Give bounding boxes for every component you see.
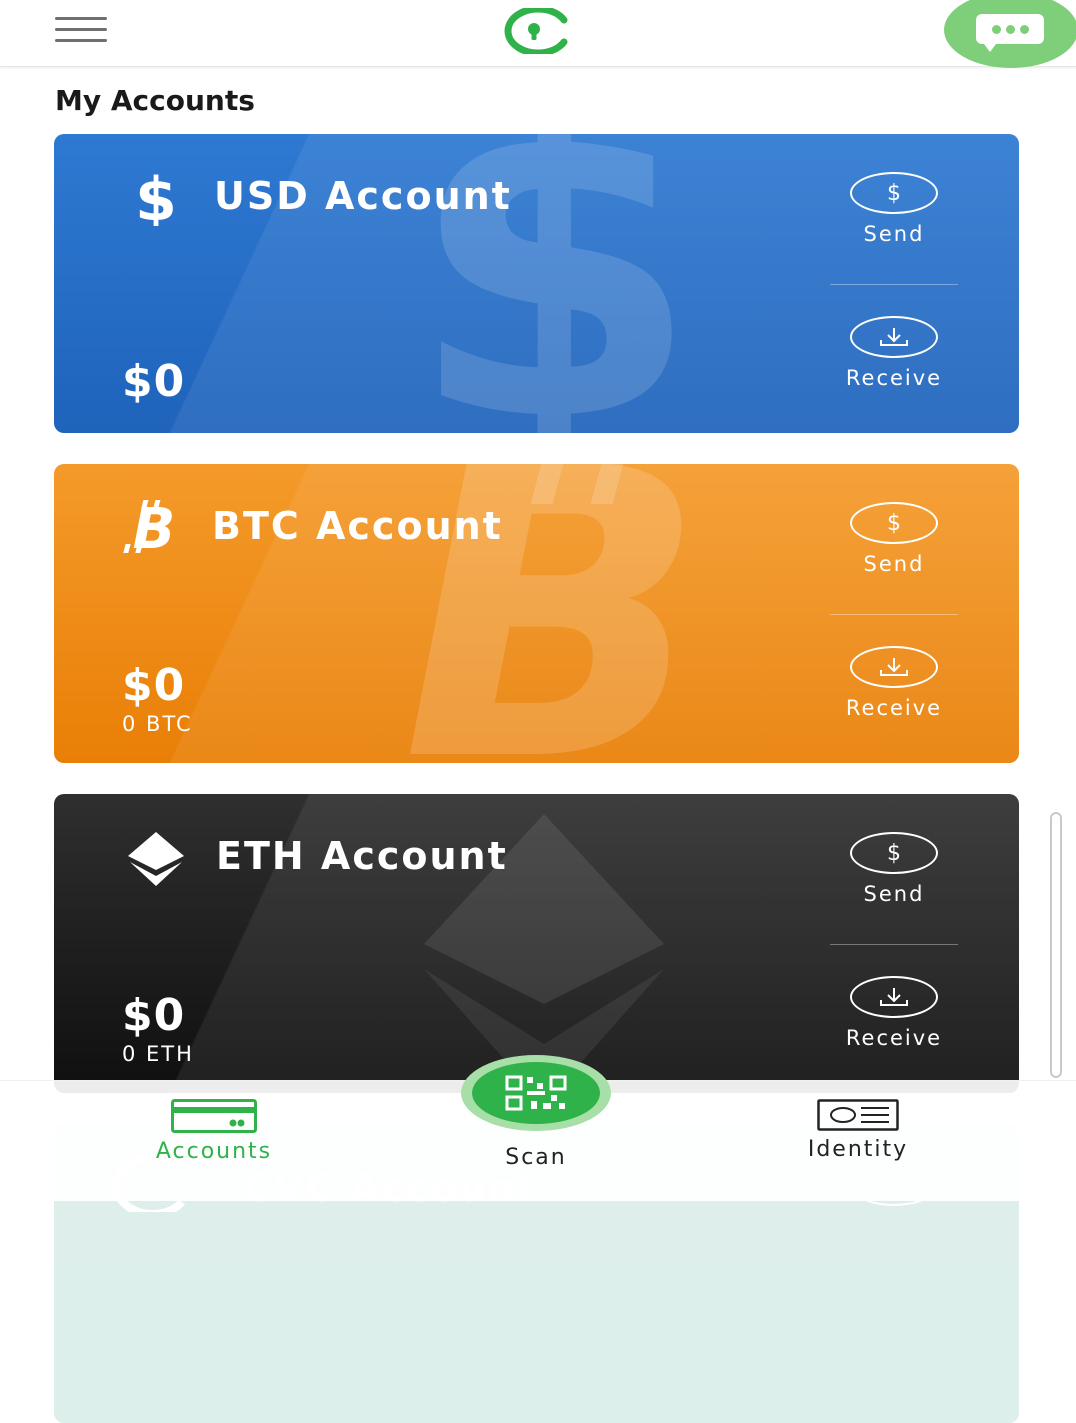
- chat-button[interactable]: [944, 0, 1076, 68]
- chat-bubble-icon: [976, 14, 1044, 52]
- account-balance: $0: [122, 356, 186, 407]
- send-button[interactable]: $ Send: [830, 172, 958, 246]
- tab-identity[interactable]: Identity: [790, 1099, 926, 1162]
- account-title: USD Account: [214, 174, 512, 218]
- download-icon: [850, 976, 938, 1018]
- tab-scan[interactable]: Scan: [480, 1139, 592, 1170]
- tab-accounts[interactable]: Accounts: [138, 1099, 290, 1164]
- send-label: Send: [863, 552, 925, 576]
- account-balance: $0: [122, 990, 186, 1041]
- bottom-navigation: Accounts Scan Identity: [0, 1055, 1076, 1201]
- credit-card-icon: [171, 1099, 257, 1133]
- tab-scan-label: Scan: [505, 1145, 567, 1170]
- download-icon: [850, 316, 938, 358]
- scan-button[interactable]: [461, 1055, 611, 1131]
- dollar-send-icon: $: [850, 832, 938, 874]
- send-button[interactable]: $ Send: [830, 502, 958, 576]
- receive-button[interactable]: Receive: [830, 976, 958, 1050]
- receive-label: Receive: [845, 696, 943, 720]
- svg-text:$: $: [135, 170, 177, 226]
- scrollbar[interactable]: [1050, 812, 1062, 1078]
- receive-label: Receive: [845, 366, 943, 390]
- account-title: BTC Account: [212, 504, 503, 548]
- download-icon: [850, 646, 938, 688]
- tab-accounts-label: Accounts: [155, 1139, 273, 1164]
- app-header: [0, 0, 1076, 68]
- bitcoin-icon: B: [123, 498, 175, 554]
- btc-account-card[interactable]: B B BTC Account $0 0 BTC $ Send Receive: [54, 464, 1019, 763]
- usd-account-card[interactable]: $ $ USD Account $0 $ Send Receive: [54, 134, 1019, 433]
- dollar-send-icon: $: [850, 172, 938, 214]
- send-button[interactable]: $ Send: [830, 832, 958, 906]
- send-label: Send: [863, 882, 925, 906]
- dollar-icon: $: [135, 170, 177, 226]
- divider: [830, 284, 958, 285]
- account-balance: $0: [122, 660, 186, 711]
- ethereum-icon: [128, 832, 184, 886]
- hamburger-menu-icon[interactable]: [55, 17, 107, 43]
- crypto-balance: 0 ETH: [122, 1042, 194, 1066]
- divider: [830, 944, 958, 945]
- receive-label: Receive: [845, 1026, 943, 1050]
- divider: [830, 614, 958, 615]
- send-label: Send: [863, 222, 925, 246]
- qr-code-icon: [505, 1075, 567, 1111]
- receive-button[interactable]: Receive: [830, 316, 958, 390]
- page-title: My Accounts: [55, 84, 255, 117]
- account-title: ETH Account: [216, 834, 508, 878]
- dollar-send-icon: $: [850, 502, 938, 544]
- civic-logo-icon: [504, 8, 568, 54]
- eth-account-card[interactable]: ETH Account $0 0 ETH $ Send Receive: [54, 794, 1019, 1093]
- crypto-balance: 0 BTC: [122, 712, 193, 736]
- id-card-icon: [817, 1099, 899, 1131]
- tab-identity-label: Identity: [807, 1137, 909, 1162]
- receive-button[interactable]: Receive: [830, 646, 958, 720]
